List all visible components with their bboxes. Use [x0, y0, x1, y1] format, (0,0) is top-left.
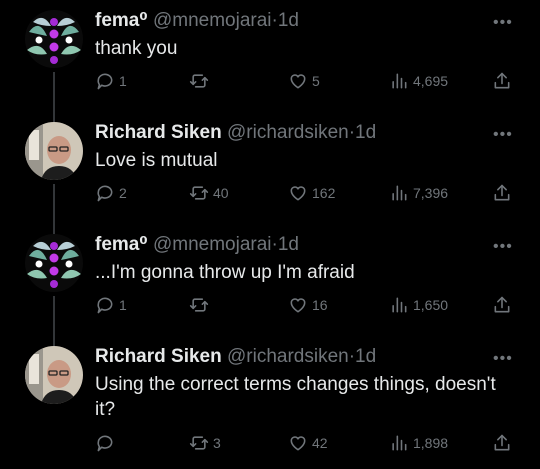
share-button[interactable]: [492, 70, 512, 92]
display-name[interactable]: fema⁰: [95, 234, 148, 255]
tweet-header: fema⁰ @mnemojarai·1d: [95, 10, 299, 32]
siken-avatar-image: [25, 122, 83, 180]
like-count: 16: [312, 297, 328, 313]
tweet-actions: 1 16 1,650: [95, 294, 525, 316]
reply-count: 2: [119, 185, 127, 201]
reply-count: 1: [119, 297, 127, 313]
share-icon: [494, 184, 510, 201]
timestamp[interactable]: 1d: [278, 10, 299, 31]
tweet-text: Using the correct terms changes things, …: [95, 374, 496, 420]
tweet-header: fema⁰ @mnemojarai·1d: [95, 234, 299, 256]
views-icon: [392, 73, 407, 89]
view-count: 1,650: [413, 297, 449, 313]
like-count: 42: [312, 435, 328, 451]
like-count: 5: [312, 73, 320, 89]
tweet-text: Love is mutual: [95, 150, 218, 171]
tweet-header: Richard Siken @richardsiken·1d: [95, 122, 376, 144]
more-icon[interactable]: •••: [493, 238, 513, 256]
timestamp[interactable]: 1d: [278, 234, 299, 255]
tweet[interactable]: Richard Siken @richardsiken·1d ••• Love …: [0, 122, 540, 222]
retweet-icon: [189, 74, 209, 88]
display-name[interactable]: Richard Siken: [95, 122, 222, 143]
more-icon[interactable]: •••: [493, 14, 513, 32]
avatar[interactable]: [25, 10, 83, 68]
share-icon: [494, 296, 510, 313]
like-button[interactable]: 42: [288, 432, 328, 454]
tweet-actions: 3 42 1,898: [95, 432, 525, 454]
retweet-icon: [189, 436, 209, 450]
retweet-icon: [189, 186, 209, 200]
avatar[interactable]: [25, 234, 83, 292]
view-count: 1,898: [413, 435, 449, 451]
retweet-icon: [189, 298, 209, 312]
more-icon[interactable]: •••: [493, 126, 513, 144]
views-icon: [392, 297, 407, 313]
tweet-actions: 2 40 162 7,396: [95, 182, 525, 204]
share-button[interactable]: [492, 432, 512, 454]
user-handle[interactable]: @richardsiken: [227, 122, 349, 143]
more-icon[interactable]: •••: [493, 350, 513, 368]
user-handle[interactable]: @mnemojarai: [153, 234, 272, 255]
fema-avatar-image: [25, 10, 83, 68]
tweet[interactable]: fema⁰ @mnemojarai·1d ••• thank you 1 5 4…: [0, 10, 540, 110]
user-handle[interactable]: @mnemojarai: [153, 10, 272, 31]
retweet-count: 40: [213, 185, 229, 201]
reply-button[interactable]: [95, 432, 119, 454]
retweet-button[interactable]: [189, 70, 213, 92]
views-button[interactable]: 4,695: [389, 70, 448, 92]
reply-icon: [97, 435, 113, 452]
reply-button[interactable]: 1: [95, 294, 127, 316]
like-button[interactable]: 5: [288, 70, 320, 92]
like-icon: [290, 298, 306, 313]
tweet[interactable]: Richard Siken @richardsiken·1d ••• Using…: [0, 346, 540, 466]
timestamp[interactable]: 1d: [355, 346, 376, 367]
avatar[interactable]: [25, 346, 83, 404]
reply-count: 1: [119, 73, 127, 89]
avatar[interactable]: [25, 122, 83, 180]
like-button[interactable]: 162: [288, 182, 335, 204]
views-icon: [392, 185, 407, 201]
retweet-count: 3: [213, 435, 221, 451]
siken-avatar-image: [25, 346, 83, 404]
display-name[interactable]: Richard Siken: [95, 346, 222, 367]
share-icon: [494, 72, 510, 89]
tweet-text: ...I'm gonna throw up I'm afraid: [95, 262, 355, 283]
like-count: 162: [312, 185, 336, 201]
reply-icon: [97, 185, 113, 202]
view-count: 4,695: [413, 73, 449, 89]
tweet-text: thank you: [95, 38, 178, 59]
timestamp[interactable]: 1d: [355, 122, 376, 143]
reply-icon: [97, 73, 113, 90]
like-icon: [290, 74, 306, 89]
retweet-button[interactable]: 3: [189, 432, 221, 454]
like-icon: [290, 436, 306, 451]
user-handle[interactable]: @richardsiken: [227, 346, 349, 367]
reply-button[interactable]: 1: [95, 70, 127, 92]
views-button[interactable]: 1,650: [389, 294, 448, 316]
tweet[interactable]: fema⁰ @mnemojarai·1d ••• ...I'm gonna th…: [0, 234, 540, 334]
reply-button[interactable]: 2: [95, 182, 127, 204]
share-icon: [494, 434, 510, 451]
tweet-actions: 1 5 4,695: [95, 70, 525, 92]
like-button[interactable]: 16: [288, 294, 328, 316]
retweet-button[interactable]: [189, 294, 213, 316]
fema-avatar-image: [25, 234, 83, 292]
tweet-header: Richard Siken @richardsiken·1d: [95, 346, 376, 368]
share-button[interactable]: [492, 294, 512, 316]
share-button[interactable]: [492, 182, 512, 204]
views-button[interactable]: 1,898: [389, 432, 448, 454]
retweet-button[interactable]: 40: [189, 182, 229, 204]
views-button[interactable]: 7,396: [389, 182, 448, 204]
like-icon: [290, 186, 306, 201]
views-icon: [392, 435, 407, 451]
reply-icon: [97, 297, 113, 314]
display-name[interactable]: fema⁰: [95, 10, 148, 31]
view-count: 7,396: [413, 185, 449, 201]
